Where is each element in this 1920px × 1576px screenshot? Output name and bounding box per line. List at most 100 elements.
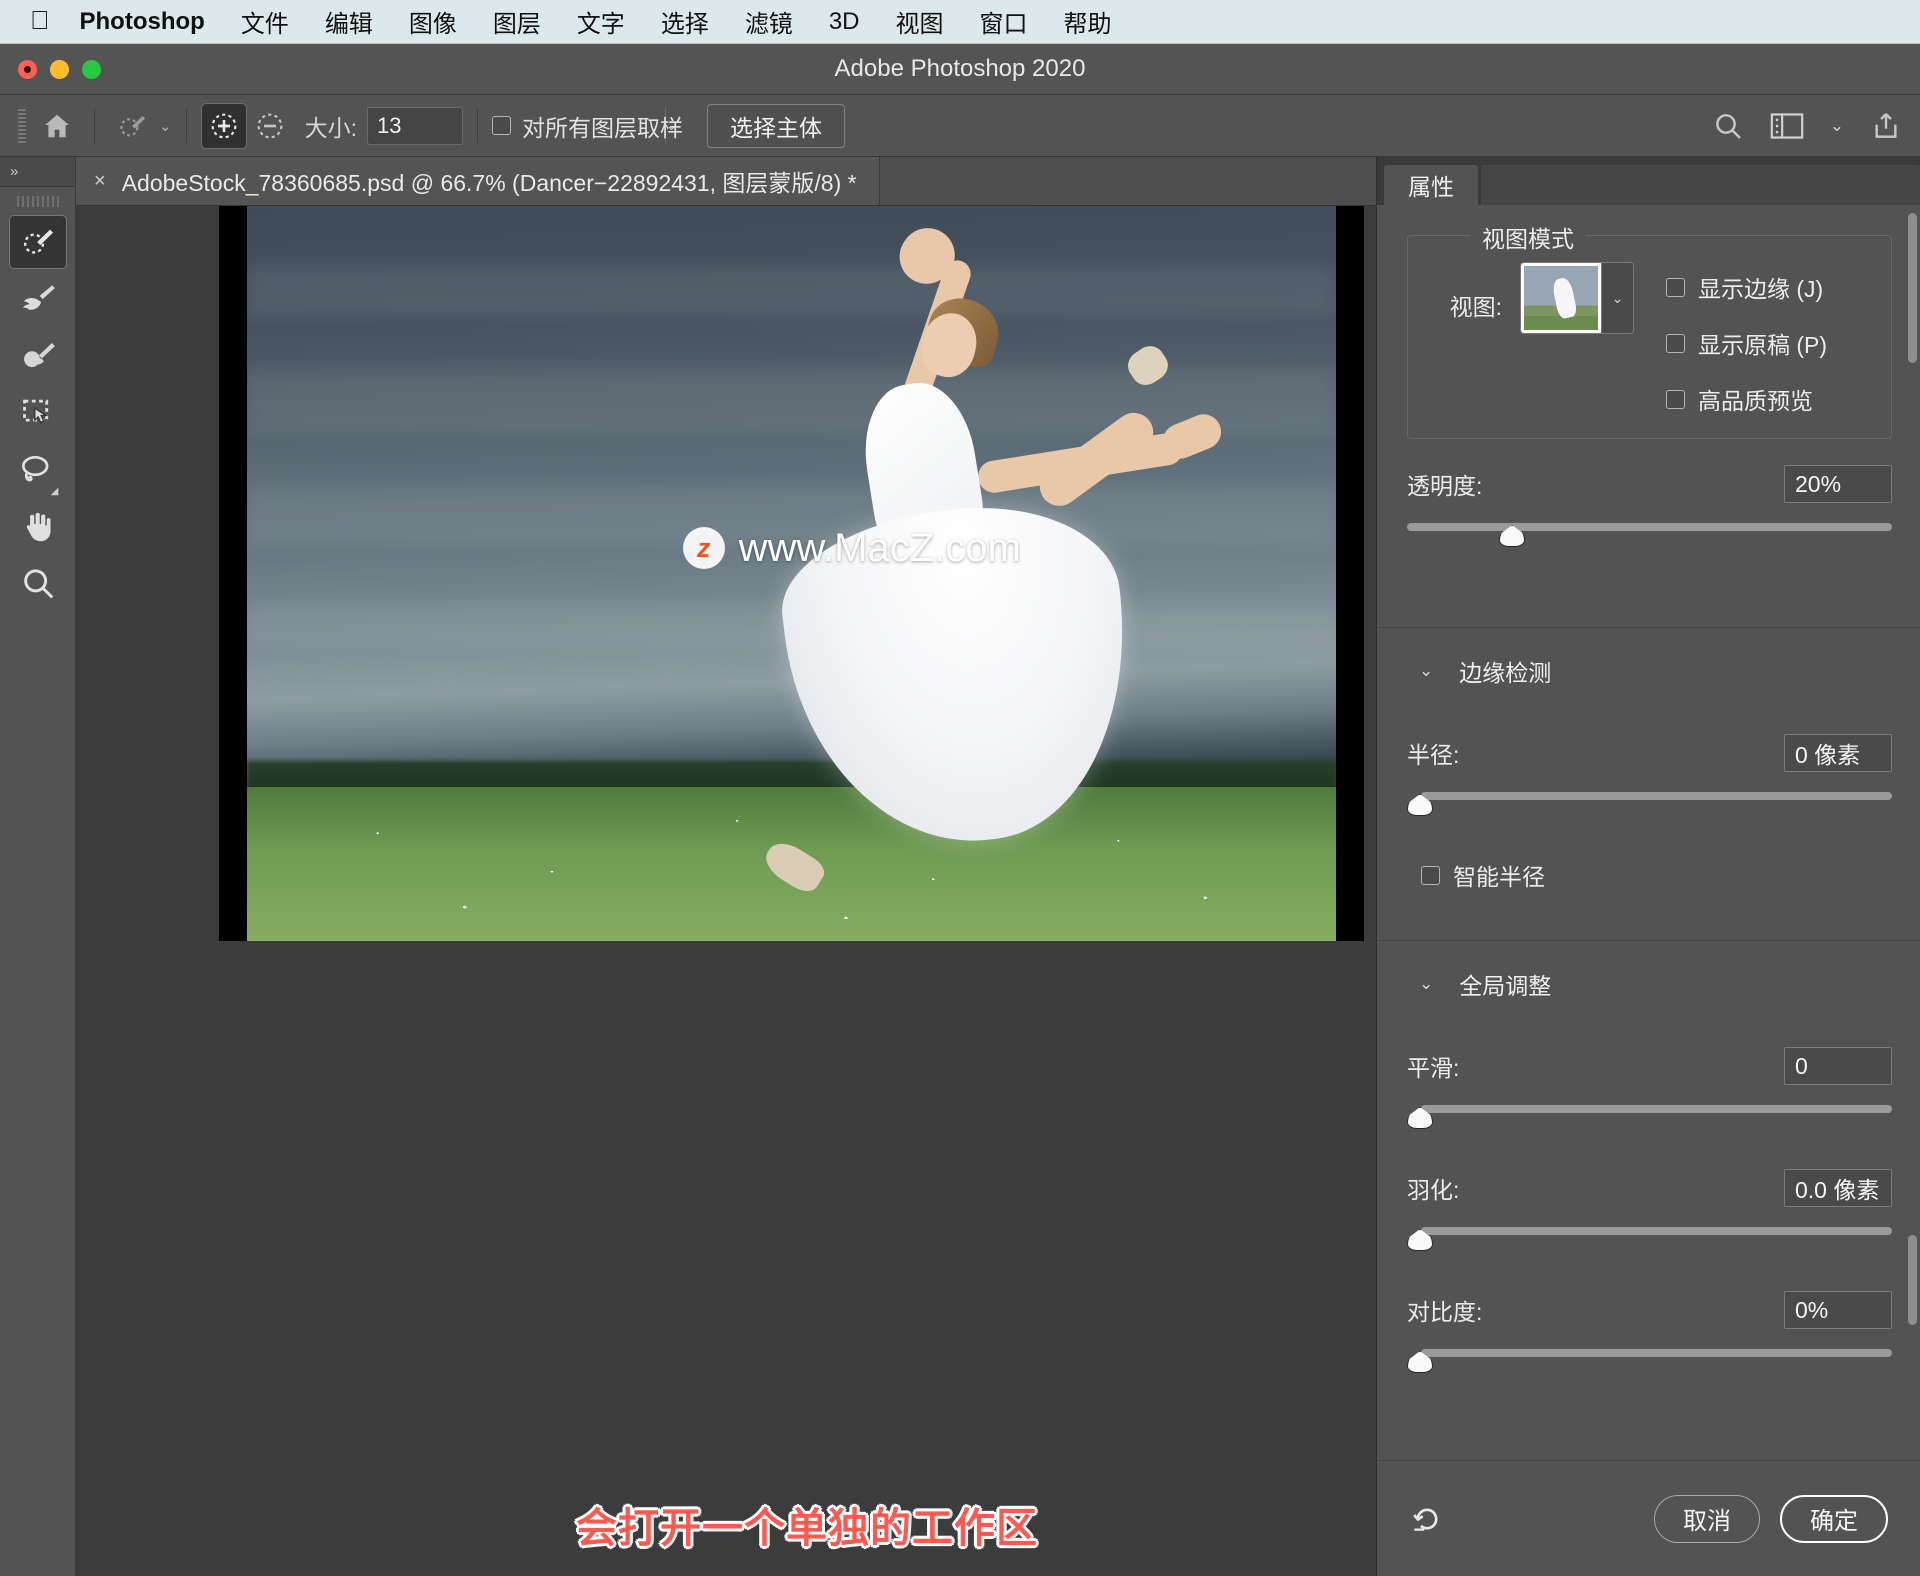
smooth-slider-block: 平滑: 0 xyxy=(1407,1001,1892,1139)
checkbox-high-quality-preview[interactable]: 高品质预览 xyxy=(1666,382,1827,416)
size-label: 大小: xyxy=(304,114,357,141)
quick-selection-brush-icon[interactable] xyxy=(109,103,155,149)
collapse-panel-icon[interactable]: » xyxy=(0,157,75,187)
transparency-slider[interactable] xyxy=(1407,517,1892,557)
menu-item-layer[interactable]: 图层 xyxy=(475,4,559,39)
window-title: Adobe Photoshop 2020 xyxy=(834,55,1086,82)
contrast-label: 对比度: xyxy=(1407,1299,1483,1325)
feather-slider[interactable] xyxy=(1407,1221,1892,1261)
menu-item-app-name[interactable]: Photoshop xyxy=(80,8,223,36)
workspace-chevron-down-icon[interactable]: ⌄ xyxy=(1830,116,1844,136)
checkbox-show-original[interactable]: 显示原稿 (P) xyxy=(1666,326,1827,360)
canvas[interactable]: z www.MacZ.com 会打开一个单独的工作区 xyxy=(76,206,1376,1576)
tool-strip: » ◢ xyxy=(0,157,76,1576)
tool-lasso[interactable]: ◢ xyxy=(9,443,67,497)
checkbox-box[interactable] xyxy=(491,116,511,135)
checkbox-show-edges-label: 显示边缘 (J) xyxy=(1698,276,1824,302)
menu-item-filter[interactable]: 滤镜 xyxy=(727,4,811,39)
cancel-button[interactable]: 取消 xyxy=(1654,1494,1760,1543)
checkbox-show-edges[interactable]: 显示边缘 (J) xyxy=(1666,270,1827,304)
chevron-down-icon[interactable]: ⌄ xyxy=(1419,974,1433,994)
slider-track[interactable] xyxy=(1421,1105,1892,1113)
tool-strip-grip[interactable] xyxy=(16,196,59,207)
checkbox-box[interactable] xyxy=(1666,277,1685,297)
tool-zoom[interactable] xyxy=(9,557,67,611)
transparency-value[interactable]: 20% xyxy=(1784,465,1892,503)
document-image: z www.MacZ.com xyxy=(247,206,1336,941)
feather-value[interactable]: 0.0 像素 xyxy=(1784,1169,1892,1207)
menu-item-image[interactable]: 图像 xyxy=(391,4,475,39)
slider-track[interactable] xyxy=(1421,792,1892,800)
menu-item-type[interactable]: 文字 xyxy=(559,4,643,39)
home-icon[interactable] xyxy=(34,103,80,149)
macz-logo-icon: z xyxy=(682,527,725,570)
reset-icon[interactable] xyxy=(1409,1502,1445,1536)
checkbox-smart-radius[interactable]: 智能半径 xyxy=(1421,858,1920,892)
view-mode-checkboxes: 显示边缘 (J) 显示原稿 (P) 高品质预览 xyxy=(1666,262,1827,416)
main-area: » ◢ × AdobeStock_78360685.psd @ 66.7% (D… xyxy=(0,157,1920,1576)
menu-item-select[interactable]: 选择 xyxy=(643,4,727,39)
menu-item-help[interactable]: 帮助 xyxy=(1046,4,1130,39)
contrast-value[interactable]: 0% xyxy=(1784,1291,1892,1329)
tab-properties[interactable]: 属性 xyxy=(1384,165,1478,205)
checkbox-box[interactable] xyxy=(1666,333,1685,353)
document-tab[interactable]: × AdobeStock_78360685.psd @ 66.7% (Dance… xyxy=(76,157,880,205)
tool-brush[interactable] xyxy=(9,329,67,383)
add-to-selection-icon[interactable] xyxy=(200,102,247,149)
menu-item-window[interactable]: 窗口 xyxy=(962,4,1046,39)
properties-panel: 属性 视图模式 视图: ⌄ 显示边缘 (J) 显示原稿 (P) 高品质预览 透明… xyxy=(1376,157,1920,1576)
close-icon[interactable]: × xyxy=(94,170,106,193)
feather-label: 羽化: xyxy=(1407,1177,1460,1203)
share-icon[interactable] xyxy=(1870,110,1902,142)
slider-track[interactable] xyxy=(1421,1227,1892,1235)
chevron-down-icon[interactable]: ⌄ xyxy=(1601,263,1633,333)
tool-refine-edge-brush[interactable] xyxy=(9,272,67,326)
menu-item-view[interactable]: 视图 xyxy=(878,4,962,39)
radius-value[interactable]: 0 像素 xyxy=(1784,734,1892,772)
annotation-text: 会打开一个单独的工作区 xyxy=(576,1505,1038,1551)
panel-scrollbar[interactable] xyxy=(1908,213,1917,363)
ok-button[interactable]: 确定 xyxy=(1780,1494,1888,1543)
radius-slider[interactable] xyxy=(1407,786,1892,826)
checkbox-box[interactable] xyxy=(1421,865,1440,885)
view-mode-section: 视图模式 视图: ⌄ 显示边缘 (J) 显示原稿 (P) 高品质预览 xyxy=(1407,220,1892,439)
size-field[interactable]: ⌄ xyxy=(366,106,677,145)
options-bar-grip[interactable] xyxy=(18,108,26,143)
transparency-slider-block: 透明度: 20% xyxy=(1407,439,1892,557)
menu-item-edit[interactable]: 编辑 xyxy=(307,4,391,39)
apple-logo-icon[interactable]:  xyxy=(30,7,50,33)
checkbox-high-quality-preview-label: 高品质预览 xyxy=(1698,388,1813,414)
edge-detection-title: 边缘检测 xyxy=(1459,660,1552,686)
search-icon[interactable] xyxy=(1712,110,1744,142)
edge-detection-header[interactable]: ⌄ 边缘检测 xyxy=(1377,628,1920,688)
tool-hand[interactable] xyxy=(9,500,67,554)
chevron-down-icon[interactable]: ⌄ xyxy=(159,117,172,135)
radius-label: 半径: xyxy=(1407,742,1460,768)
checkbox-box[interactable] xyxy=(1666,389,1685,409)
watermark-text: www.MacZ.com xyxy=(738,525,1021,570)
subtract-from-selection-icon[interactable] xyxy=(247,103,293,149)
chevron-down-icon[interactable]: ⌄ xyxy=(1419,661,1433,681)
radius-slider-block: 半径: 0 像素 xyxy=(1407,688,1892,826)
artboard: z www.MacZ.com xyxy=(219,206,1364,941)
sample-all-layers-checkbox[interactable]: 对所有图层取样 xyxy=(491,109,683,143)
smooth-slider[interactable] xyxy=(1407,1099,1892,1139)
menu-item-file[interactable]: 文件 xyxy=(223,4,307,39)
smooth-value[interactable]: 0 xyxy=(1784,1047,1892,1085)
dancer-subject xyxy=(748,217,1293,934)
workspace-icon[interactable] xyxy=(1770,112,1804,140)
tool-quick-selection[interactable] xyxy=(8,215,67,269)
divider xyxy=(94,108,95,143)
view-preset-dropdown[interactable]: ⌄ xyxy=(1520,262,1634,334)
feather-slider-block: 羽化: 0.0 像素 xyxy=(1407,1139,1892,1261)
global-adjust-header[interactable]: ⌄ 全局调整 xyxy=(1377,941,1920,1001)
divider xyxy=(476,108,478,143)
menu-item-3d[interactable]: 3D xyxy=(811,8,878,36)
view-label: 视图: xyxy=(1449,294,1502,320)
panel-scrollbar-secondary[interactable] xyxy=(1908,1235,1917,1325)
slider-track[interactable] xyxy=(1407,523,1892,531)
slider-track[interactable] xyxy=(1421,1349,1892,1357)
tool-object-selection[interactable] xyxy=(9,386,67,440)
contrast-slider[interactable] xyxy=(1407,1343,1892,1383)
select-subject-button[interactable]: 选择主体 xyxy=(706,103,845,148)
